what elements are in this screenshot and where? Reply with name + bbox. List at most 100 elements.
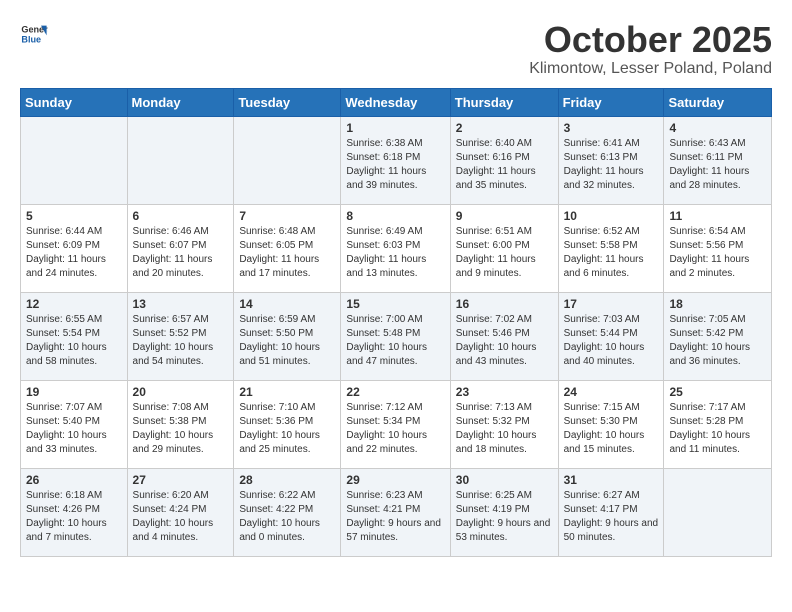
day-info: Sunrise: 7:02 AM Sunset: 5:46 PM Dayligh… <box>456 313 553 369</box>
day-info: Sunrise: 7:07 AM Sunset: 5:40 PM Dayligh… <box>26 401 122 457</box>
logo: General Blue <box>20 20 48 48</box>
day-info: Sunrise: 7:10 AM Sunset: 5:36 PM Dayligh… <box>239 401 335 457</box>
calendar-cell: 12Sunrise: 6:55 AM Sunset: 5:54 PM Dayli… <box>21 292 128 380</box>
day-number: 5 <box>26 209 122 223</box>
day-info: Sunrise: 7:03 AM Sunset: 5:44 PM Dayligh… <box>564 313 659 369</box>
day-info: Sunrise: 6:59 AM Sunset: 5:50 PM Dayligh… <box>239 313 335 369</box>
day-info: Sunrise: 7:00 AM Sunset: 5:48 PM Dayligh… <box>346 313 444 369</box>
day-number: 10 <box>564 209 659 223</box>
day-info: Sunrise: 6:48 AM Sunset: 6:05 PM Dayligh… <box>239 225 335 281</box>
day-number: 7 <box>239 209 335 223</box>
day-info: Sunrise: 6:25 AM Sunset: 4:19 PM Dayligh… <box>456 489 553 545</box>
day-info: Sunrise: 6:54 AM Sunset: 5:56 PM Dayligh… <box>669 225 766 281</box>
calendar-cell: 1 Sunrise: 6:38 AM Sunset: 6:18 PM Daylig… <box>341 116 450 204</box>
day-info: Sunrise: 7:17 AM Sunset: 5:28 PM Dayligh… <box>669 401 766 457</box>
day-info: Sunrise: 7:13 AM Sunset: 5:32 PM Dayligh… <box>456 401 553 457</box>
calendar-cell: 23 Sunrise: 7:13 AM Sunset: 5:32 PM Dayli… <box>450 380 558 468</box>
calendar-cell: 9 Sunrise: 6:51 AM Sunset: 6:00 PM Daylig… <box>450 204 558 292</box>
calendar-cell: 29Sunrise: 6:23 AM Sunset: 4:21 PM Dayli… <box>341 468 450 556</box>
calendar-cell <box>127 116 234 204</box>
header-row: Sunday Monday Tuesday Wednesday Thursday… <box>21 88 772 116</box>
calendar-cell <box>234 116 341 204</box>
calendar-title: October 2025 <box>529 20 772 60</box>
week-row-5: 26 Sunrise: 6:18 AM Sunset: 4:26 PM Dayli… <box>21 468 772 556</box>
day-number: 15 <box>346 297 444 311</box>
calendar-cell: 13 Sunrise: 6:57 AM Sunset: 5:52 PM Dayli… <box>127 292 234 380</box>
logo-icon: General Blue <box>20 20 48 48</box>
calendar-cell: 21 Sunrise: 7:10 AM Sunset: 5:36 PM Dayli… <box>234 380 341 468</box>
day-info: Sunrise: 6:38 AM Sunset: 6:18 PM Dayligh… <box>346 137 444 193</box>
calendar-cell: 4 Sunrise: 6:43 AM Sunset: 6:11 PM Daylig… <box>664 116 772 204</box>
day-info: Sunrise: 6:55 AM Sunset: 5:54 PM Dayligh… <box>26 313 122 369</box>
day-info: Sunrise: 7:12 AM Sunset: 5:34 PM Dayligh… <box>346 401 444 457</box>
day-number: 30 <box>456 473 553 487</box>
day-info: Sunrise: 6:52 AM Sunset: 5:58 PM Dayligh… <box>564 225 659 281</box>
svg-text:Blue: Blue <box>21 34 41 44</box>
calendar-table: Sunday Monday Tuesday Wednesday Thursday… <box>20 88 772 557</box>
day-number: 22 <box>346 385 444 399</box>
calendar-cell: 27 Sunrise: 6:20 AM Sunset: 4:24 PM Dayli… <box>127 468 234 556</box>
calendar-cell: 14 Sunrise: 6:59 AM Sunset: 5:50 PM Dayli… <box>234 292 341 380</box>
calendar-cell: 20 Sunrise: 7:08 AM Sunset: 5:38 PM Dayli… <box>127 380 234 468</box>
calendar-cell: 3Sunrise: 6:41 AM Sunset: 6:13 PM Daylig… <box>558 116 664 204</box>
calendar-cell: 10 Sunrise: 6:52 AM Sunset: 5:58 PM Dayli… <box>558 204 664 292</box>
day-info: Sunrise: 7:15 AM Sunset: 5:30 PM Dayligh… <box>564 401 659 457</box>
day-number: 25 <box>669 385 766 399</box>
day-number: 24 <box>564 385 659 399</box>
week-row-2: 5 Sunrise: 6:44 AM Sunset: 6:09 PM Daylig… <box>21 204 772 292</box>
day-number: 18 <box>669 297 766 311</box>
week-row-4: 19Sunrise: 7:07 AM Sunset: 5:40 PM Dayli… <box>21 380 772 468</box>
day-info: Sunrise: 6:40 AM Sunset: 6:16 PM Dayligh… <box>456 137 553 193</box>
calendar-cell: 8Sunrise: 6:49 AM Sunset: 6:03 PM Daylig… <box>341 204 450 292</box>
day-number: 13 <box>133 297 229 311</box>
day-info: Sunrise: 6:20 AM Sunset: 4:24 PM Dayligh… <box>133 489 229 545</box>
calendar-body: 1 Sunrise: 6:38 AM Sunset: 6:18 PM Daylig… <box>21 116 772 556</box>
day-info: Sunrise: 6:18 AM Sunset: 4:26 PM Dayligh… <box>26 489 122 545</box>
week-row-1: 1 Sunrise: 6:38 AM Sunset: 6:18 PM Daylig… <box>21 116 772 204</box>
day-number: 2 <box>456 121 553 135</box>
day-number: 20 <box>133 385 229 399</box>
day-info: Sunrise: 6:44 AM Sunset: 6:09 PM Dayligh… <box>26 225 122 281</box>
header-thursday: Thursday <box>450 88 558 116</box>
day-number: 1 <box>346 121 444 135</box>
calendar-cell: 16 Sunrise: 7:02 AM Sunset: 5:46 PM Dayli… <box>450 292 558 380</box>
day-number: 31 <box>564 473 659 487</box>
calendar-cell: 30 Sunrise: 6:25 AM Sunset: 4:19 PM Dayli… <box>450 468 558 556</box>
day-number: 9 <box>456 209 553 223</box>
calendar-cell: 7 Sunrise: 6:48 AM Sunset: 6:05 PM Daylig… <box>234 204 341 292</box>
day-info: Sunrise: 7:05 AM Sunset: 5:42 PM Dayligh… <box>669 313 766 369</box>
day-number: 21 <box>239 385 335 399</box>
day-number: 4 <box>669 121 766 135</box>
calendar-cell: 31Sunrise: 6:27 AM Sunset: 4:17 PM Dayli… <box>558 468 664 556</box>
calendar-cell <box>21 116 128 204</box>
day-number: 6 <box>133 209 229 223</box>
day-info: Sunrise: 6:57 AM Sunset: 5:52 PM Dayligh… <box>133 313 229 369</box>
day-info: Sunrise: 7:08 AM Sunset: 5:38 PM Dayligh… <box>133 401 229 457</box>
calendar-cell: 17Sunrise: 7:03 AM Sunset: 5:44 PM Dayli… <box>558 292 664 380</box>
day-info: Sunrise: 6:51 AM Sunset: 6:00 PM Dayligh… <box>456 225 553 281</box>
day-number: 28 <box>239 473 335 487</box>
calendar-cell: 22 Sunrise: 7:12 AM Sunset: 5:34 PM Dayli… <box>341 380 450 468</box>
page-header: General Blue October 2025 Klimontow, Les… <box>20 20 772 78</box>
calendar-cell: 19Sunrise: 7:07 AM Sunset: 5:40 PM Dayli… <box>21 380 128 468</box>
day-number: 27 <box>133 473 229 487</box>
day-number: 14 <box>239 297 335 311</box>
header-sunday: Sunday <box>21 88 128 116</box>
day-info: Sunrise: 6:43 AM Sunset: 6:11 PM Dayligh… <box>669 137 766 193</box>
calendar-cell: 26 Sunrise: 6:18 AM Sunset: 4:26 PM Dayli… <box>21 468 128 556</box>
calendar-cell: 6Sunrise: 6:46 AM Sunset: 6:07 PM Daylig… <box>127 204 234 292</box>
day-number: 16 <box>456 297 553 311</box>
title-section: October 2025 Klimontow, Lesser Poland, P… <box>529 20 772 78</box>
calendar-header: Sunday Monday Tuesday Wednesday Thursday… <box>21 88 772 116</box>
day-info: Sunrise: 6:22 AM Sunset: 4:22 PM Dayligh… <box>239 489 335 545</box>
header-tuesday: Tuesday <box>234 88 341 116</box>
day-number: 26 <box>26 473 122 487</box>
header-saturday: Saturday <box>664 88 772 116</box>
header-wednesday: Wednesday <box>341 88 450 116</box>
header-monday: Monday <box>127 88 234 116</box>
day-number: 23 <box>456 385 553 399</box>
calendar-cell: 24 Sunrise: 7:15 AM Sunset: 5:30 PM Dayli… <box>558 380 664 468</box>
calendar-cell: 25 Sunrise: 7:17 AM Sunset: 5:28 PM Dayli… <box>664 380 772 468</box>
day-number: 8 <box>346 209 444 223</box>
day-info: Sunrise: 6:23 AM Sunset: 4:21 PM Dayligh… <box>346 489 444 545</box>
